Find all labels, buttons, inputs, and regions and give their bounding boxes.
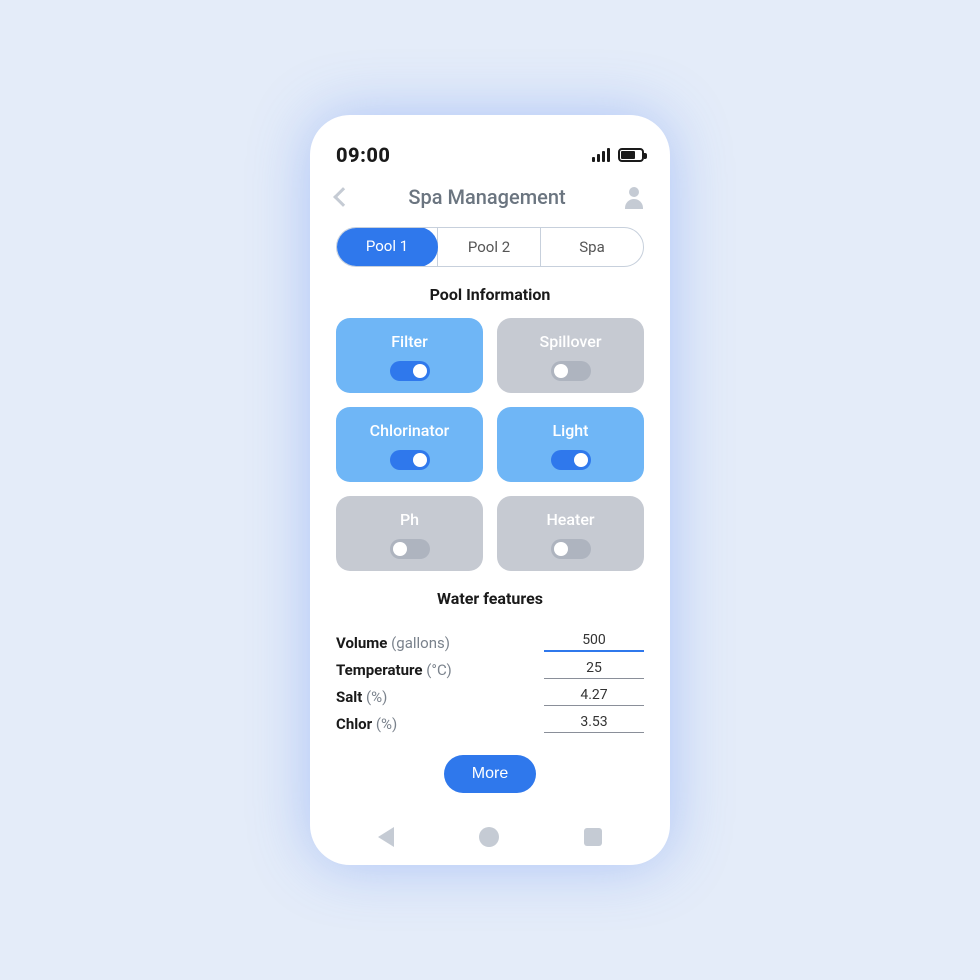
pool-tabs: Pool 1 Pool 2 Spa [336, 227, 644, 267]
battery-icon [618, 148, 644, 162]
control-label: Ph [400, 510, 419, 529]
status-right [592, 148, 644, 162]
feature-salt: Salt (%) 4.27 [336, 687, 644, 706]
profile-icon[interactable] [624, 187, 644, 207]
control-ph[interactable]: Ph [336, 496, 483, 571]
phone-frame: 09:00 Spa Management Pool 1 Pool 2 Spa P… [310, 115, 670, 865]
control-heater[interactable]: Heater [497, 496, 644, 571]
feature-label: Chlor (%) [336, 715, 397, 733]
toggle-switch[interactable] [390, 361, 430, 381]
signal-icon [592, 148, 610, 162]
tab-pool-1[interactable]: Pool 1 [336, 227, 438, 267]
control-light[interactable]: Light [497, 407, 644, 482]
pool-info-heading: Pool Information [336, 285, 644, 304]
feature-value-input[interactable]: 25 [544, 660, 644, 679]
toggle-switch[interactable] [551, 539, 591, 559]
nav-back-icon[interactable] [378, 827, 394, 847]
header: Spa Management [336, 185, 644, 209]
status-bar: 09:00 [336, 143, 644, 167]
tab-spa[interactable]: Spa [540, 228, 643, 266]
toggle-switch[interactable] [551, 450, 591, 470]
feature-label: Temperature (°C) [336, 661, 452, 679]
feature-label: Volume (gallons) [336, 634, 450, 652]
toggle-switch[interactable] [390, 539, 430, 559]
nav-recent-icon[interactable] [584, 828, 602, 846]
feature-volume: Volume (gallons) 500 [336, 632, 644, 652]
android-navbar [336, 809, 644, 847]
feature-label: Salt (%) [336, 688, 387, 706]
tab-pool-2[interactable]: Pool 2 [437, 228, 540, 266]
feature-value-input[interactable]: 500 [544, 632, 644, 652]
toggle-switch[interactable] [390, 450, 430, 470]
feature-value-input[interactable]: 3.53 [544, 714, 644, 733]
feature-chlor: Chlor (%) 3.53 [336, 714, 644, 733]
water-features-list: Volume (gallons) 500 Temperature (°C) 25… [336, 624, 644, 741]
chevron-left-icon [333, 187, 353, 207]
back-button[interactable] [336, 190, 350, 204]
control-label: Filter [391, 332, 428, 351]
water-features-heading: Water features [336, 589, 644, 608]
more-button[interactable]: More [444, 755, 536, 793]
control-label: Heater [546, 510, 594, 529]
page-title: Spa Management [408, 185, 565, 209]
toggle-switch[interactable] [551, 361, 591, 381]
feature-temperature: Temperature (°C) 25 [336, 660, 644, 679]
control-label: Light [552, 421, 588, 440]
feature-value-input[interactable]: 4.27 [544, 687, 644, 706]
controls-grid: Filter Spillover Chlorinator Light Ph He… [336, 318, 644, 571]
control-chlorinator[interactable]: Chlorinator [336, 407, 483, 482]
control-filter[interactable]: Filter [336, 318, 483, 393]
control-label: Chlorinator [370, 421, 450, 440]
control-label: Spillover [540, 332, 602, 351]
nav-home-icon[interactable] [479, 827, 499, 847]
status-time: 09:00 [336, 143, 390, 167]
control-spillover[interactable]: Spillover [497, 318, 644, 393]
